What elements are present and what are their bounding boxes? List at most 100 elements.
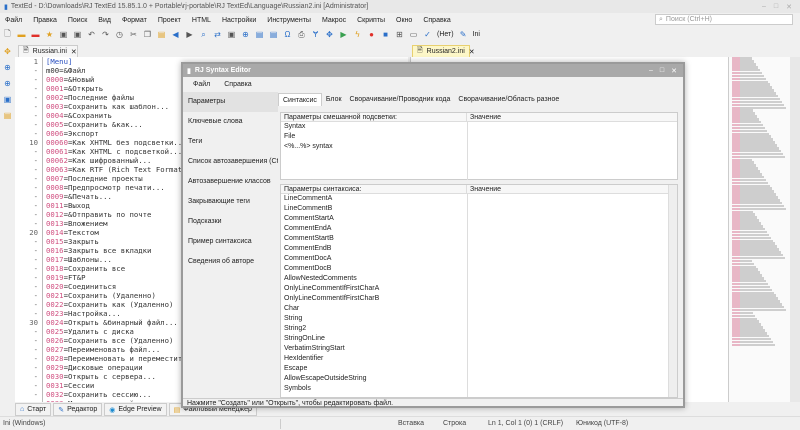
close-tab-icon[interactable]: ✕ bbox=[71, 48, 77, 56]
table-row[interactable]: AllowNestedComments bbox=[281, 274, 467, 284]
table-row[interactable]: OnlyLineCommentIfFirstCharA bbox=[281, 284, 467, 294]
menu-item[interactable]: Поиск bbox=[68, 17, 87, 24]
paste-icon[interactable]: ▤ bbox=[157, 30, 166, 39]
stop-icon[interactable]: ■ bbox=[381, 30, 390, 39]
table-row[interactable]: CommentDocB bbox=[281, 264, 467, 274]
project-icon[interactable]: ✥ bbox=[4, 47, 11, 56]
table-row[interactable]: LineCommentA bbox=[281, 194, 467, 204]
redo-icon[interactable]: ↷ bbox=[101, 30, 110, 39]
dialog-minimize-button[interactable]: – bbox=[649, 67, 653, 75]
close-tab-icon[interactable]: ✕ bbox=[469, 48, 475, 56]
menu-item[interactable]: HTML bbox=[192, 17, 211, 24]
table-row[interactable]: Char bbox=[281, 304, 467, 314]
history-icon[interactable]: ◷ bbox=[115, 30, 124, 39]
table-row[interactable]: StringOnLine bbox=[281, 334, 467, 344]
new-file-icon[interactable]: 🗋 bbox=[3, 28, 12, 42]
open-folder-icon[interactable]: ▬ bbox=[17, 30, 26, 39]
column-header-value[interactable]: Значение bbox=[467, 113, 501, 121]
spellcheck-icon[interactable]: ✓ bbox=[423, 30, 432, 39]
preview-icon[interactable]: ▣ bbox=[227, 30, 236, 39]
open-recent-icon[interactable]: ▬ bbox=[31, 30, 40, 39]
menu-item[interactable]: Справка bbox=[423, 17, 450, 24]
vertical-scrollbar[interactable] bbox=[790, 57, 800, 402]
column-header-value[interactable]: Значение bbox=[467, 185, 501, 193]
table-row[interactable]: CommentDocA bbox=[281, 254, 467, 264]
column-header-params[interactable]: Параметры смешанной подсветки: bbox=[281, 113, 467, 121]
plugin-icon[interactable]: ✥ bbox=[325, 30, 334, 39]
syntax-selector[interactable]: Ini bbox=[473, 31, 480, 38]
table-row[interactable]: Escape bbox=[281, 364, 467, 374]
menu-item[interactable]: Скрипты bbox=[357, 17, 385, 24]
clipboard-icon[interactable]: ▤ bbox=[4, 111, 12, 120]
table-row[interactable]: Syntax bbox=[281, 122, 467, 132]
nav-item[interactable]: Ключевые слова bbox=[183, 112, 278, 132]
globe-icon[interactable]: ⊕ bbox=[4, 63, 11, 72]
run-icon[interactable]: ▶ bbox=[339, 30, 348, 39]
forward-arrow-icon[interactable]: ▶ bbox=[185, 30, 194, 39]
menu-item[interactable]: Инструменты bbox=[267, 17, 311, 24]
table-row[interactable]: CommentEndB bbox=[281, 244, 467, 254]
dialog-tab[interactable]: Блок bbox=[322, 93, 346, 106]
grid-icon[interactable]: ⊞ bbox=[395, 30, 404, 39]
record-macro-icon[interactable]: ● bbox=[367, 30, 376, 39]
insert-tag-icon[interactable]: ▤ bbox=[255, 30, 264, 39]
table-row[interactable]: String bbox=[281, 314, 467, 324]
table-row[interactable]: AllowEscapeOutsideString bbox=[281, 374, 467, 384]
save-icon[interactable]: ▣ bbox=[59, 30, 68, 39]
tab-russian-ini[interactable]: 🗎 Russian.ini ✕ bbox=[18, 45, 78, 57]
brush-icon[interactable]: ✎ bbox=[459, 30, 468, 39]
menu-item[interactable]: Правка bbox=[33, 17, 57, 24]
favorites-star-icon[interactable]: ★ bbox=[45, 30, 54, 39]
column-header-params[interactable]: Параметры синтаксиса: bbox=[281, 185, 467, 193]
dialog-tab[interactable]: Сворачивание/Проводник кода bbox=[346, 93, 455, 106]
table-row[interactable]: String2 bbox=[281, 324, 467, 334]
dialog-menu-file[interactable]: Файл bbox=[193, 81, 210, 88]
nav-item[interactable]: Закрывающие теги bbox=[183, 192, 278, 212]
menu-item[interactable]: Настройки bbox=[222, 17, 256, 24]
minimize-button[interactable]: – bbox=[762, 3, 766, 11]
dialog-maximize-button[interactable]: □ bbox=[660, 67, 664, 75]
omega-symbol-icon[interactable]: Ω bbox=[283, 30, 292, 39]
menu-item[interactable]: Макрос bbox=[322, 17, 346, 24]
dialog-menu-help[interactable]: Справка bbox=[224, 81, 251, 88]
nav-item[interactable]: Подсказки bbox=[183, 212, 278, 232]
table-row[interactable]: CommentEndA bbox=[281, 224, 467, 234]
table-row[interactable]: Symbols bbox=[281, 384, 467, 394]
menu-item[interactable]: Файл bbox=[5, 17, 22, 24]
bottom-tab[interactable]: ⌂ Старт bbox=[15, 403, 52, 416]
tab-russian2-ini[interactable]: 🗎 Russian2.ini ✕ bbox=[412, 45, 475, 57]
copy-icon[interactable]: ❐ bbox=[143, 30, 152, 39]
nav-item[interactable]: Параметры bbox=[183, 92, 278, 112]
nav-item[interactable]: Список автозавершения (Ctrl+ bbox=[183, 152, 278, 172]
table-row[interactable]: CommentStartB bbox=[281, 234, 467, 244]
table-scrollbar[interactable] bbox=[668, 185, 677, 397]
find-icon[interactable]: ⌕ bbox=[199, 30, 208, 40]
minimap[interactable] bbox=[728, 57, 790, 402]
back-arrow-icon[interactable]: ◀ bbox=[171, 30, 180, 39]
tools-icon[interactable]: Ɏ bbox=[311, 30, 320, 39]
nav-item[interactable]: Сведения об авторе bbox=[183, 252, 278, 272]
lightning-icon[interactable]: ϟ bbox=[353, 30, 362, 39]
web-icon[interactable]: ⊕ bbox=[4, 79, 11, 88]
bottom-tab[interactable]: ✎ Редактор bbox=[53, 403, 103, 416]
search-box[interactable]: ⌕ Поиск (Ctrl+H) bbox=[655, 14, 793, 25]
maximize-button[interactable]: □ bbox=[774, 3, 778, 11]
nav-item[interactable]: Теги bbox=[183, 132, 278, 152]
table-row[interactable]: LineCommentB bbox=[281, 204, 467, 214]
menu-item[interactable]: Вид bbox=[98, 17, 111, 24]
globe-icon[interactable]: ⊕ bbox=[241, 30, 250, 39]
menu-item[interactable]: Проект bbox=[158, 17, 181, 24]
dialog-tab[interactable]: Сворачивание/Область разное bbox=[454, 93, 563, 106]
table-row[interactable]: <%...%> syntax bbox=[281, 142, 467, 152]
print-icon[interactable]: ⎙ bbox=[297, 30, 306, 40]
table-row[interactable]: File bbox=[281, 132, 467, 142]
menu-item[interactable]: Окно bbox=[396, 17, 412, 24]
nav-item[interactable]: Пример синтаксиса bbox=[183, 232, 278, 252]
window-icon[interactable]: ▣ bbox=[4, 95, 12, 104]
replace-icon[interactable]: ⇄ bbox=[213, 30, 222, 39]
table-row[interactable]: HexIdentifier bbox=[281, 354, 467, 364]
panel-icon[interactable]: ▭ bbox=[409, 30, 418, 39]
cut-icon[interactable]: ✂ bbox=[129, 30, 138, 39]
nav-item[interactable]: Автозавершение классов bbox=[183, 172, 278, 192]
undo-icon[interactable]: ↶ bbox=[87, 30, 96, 39]
